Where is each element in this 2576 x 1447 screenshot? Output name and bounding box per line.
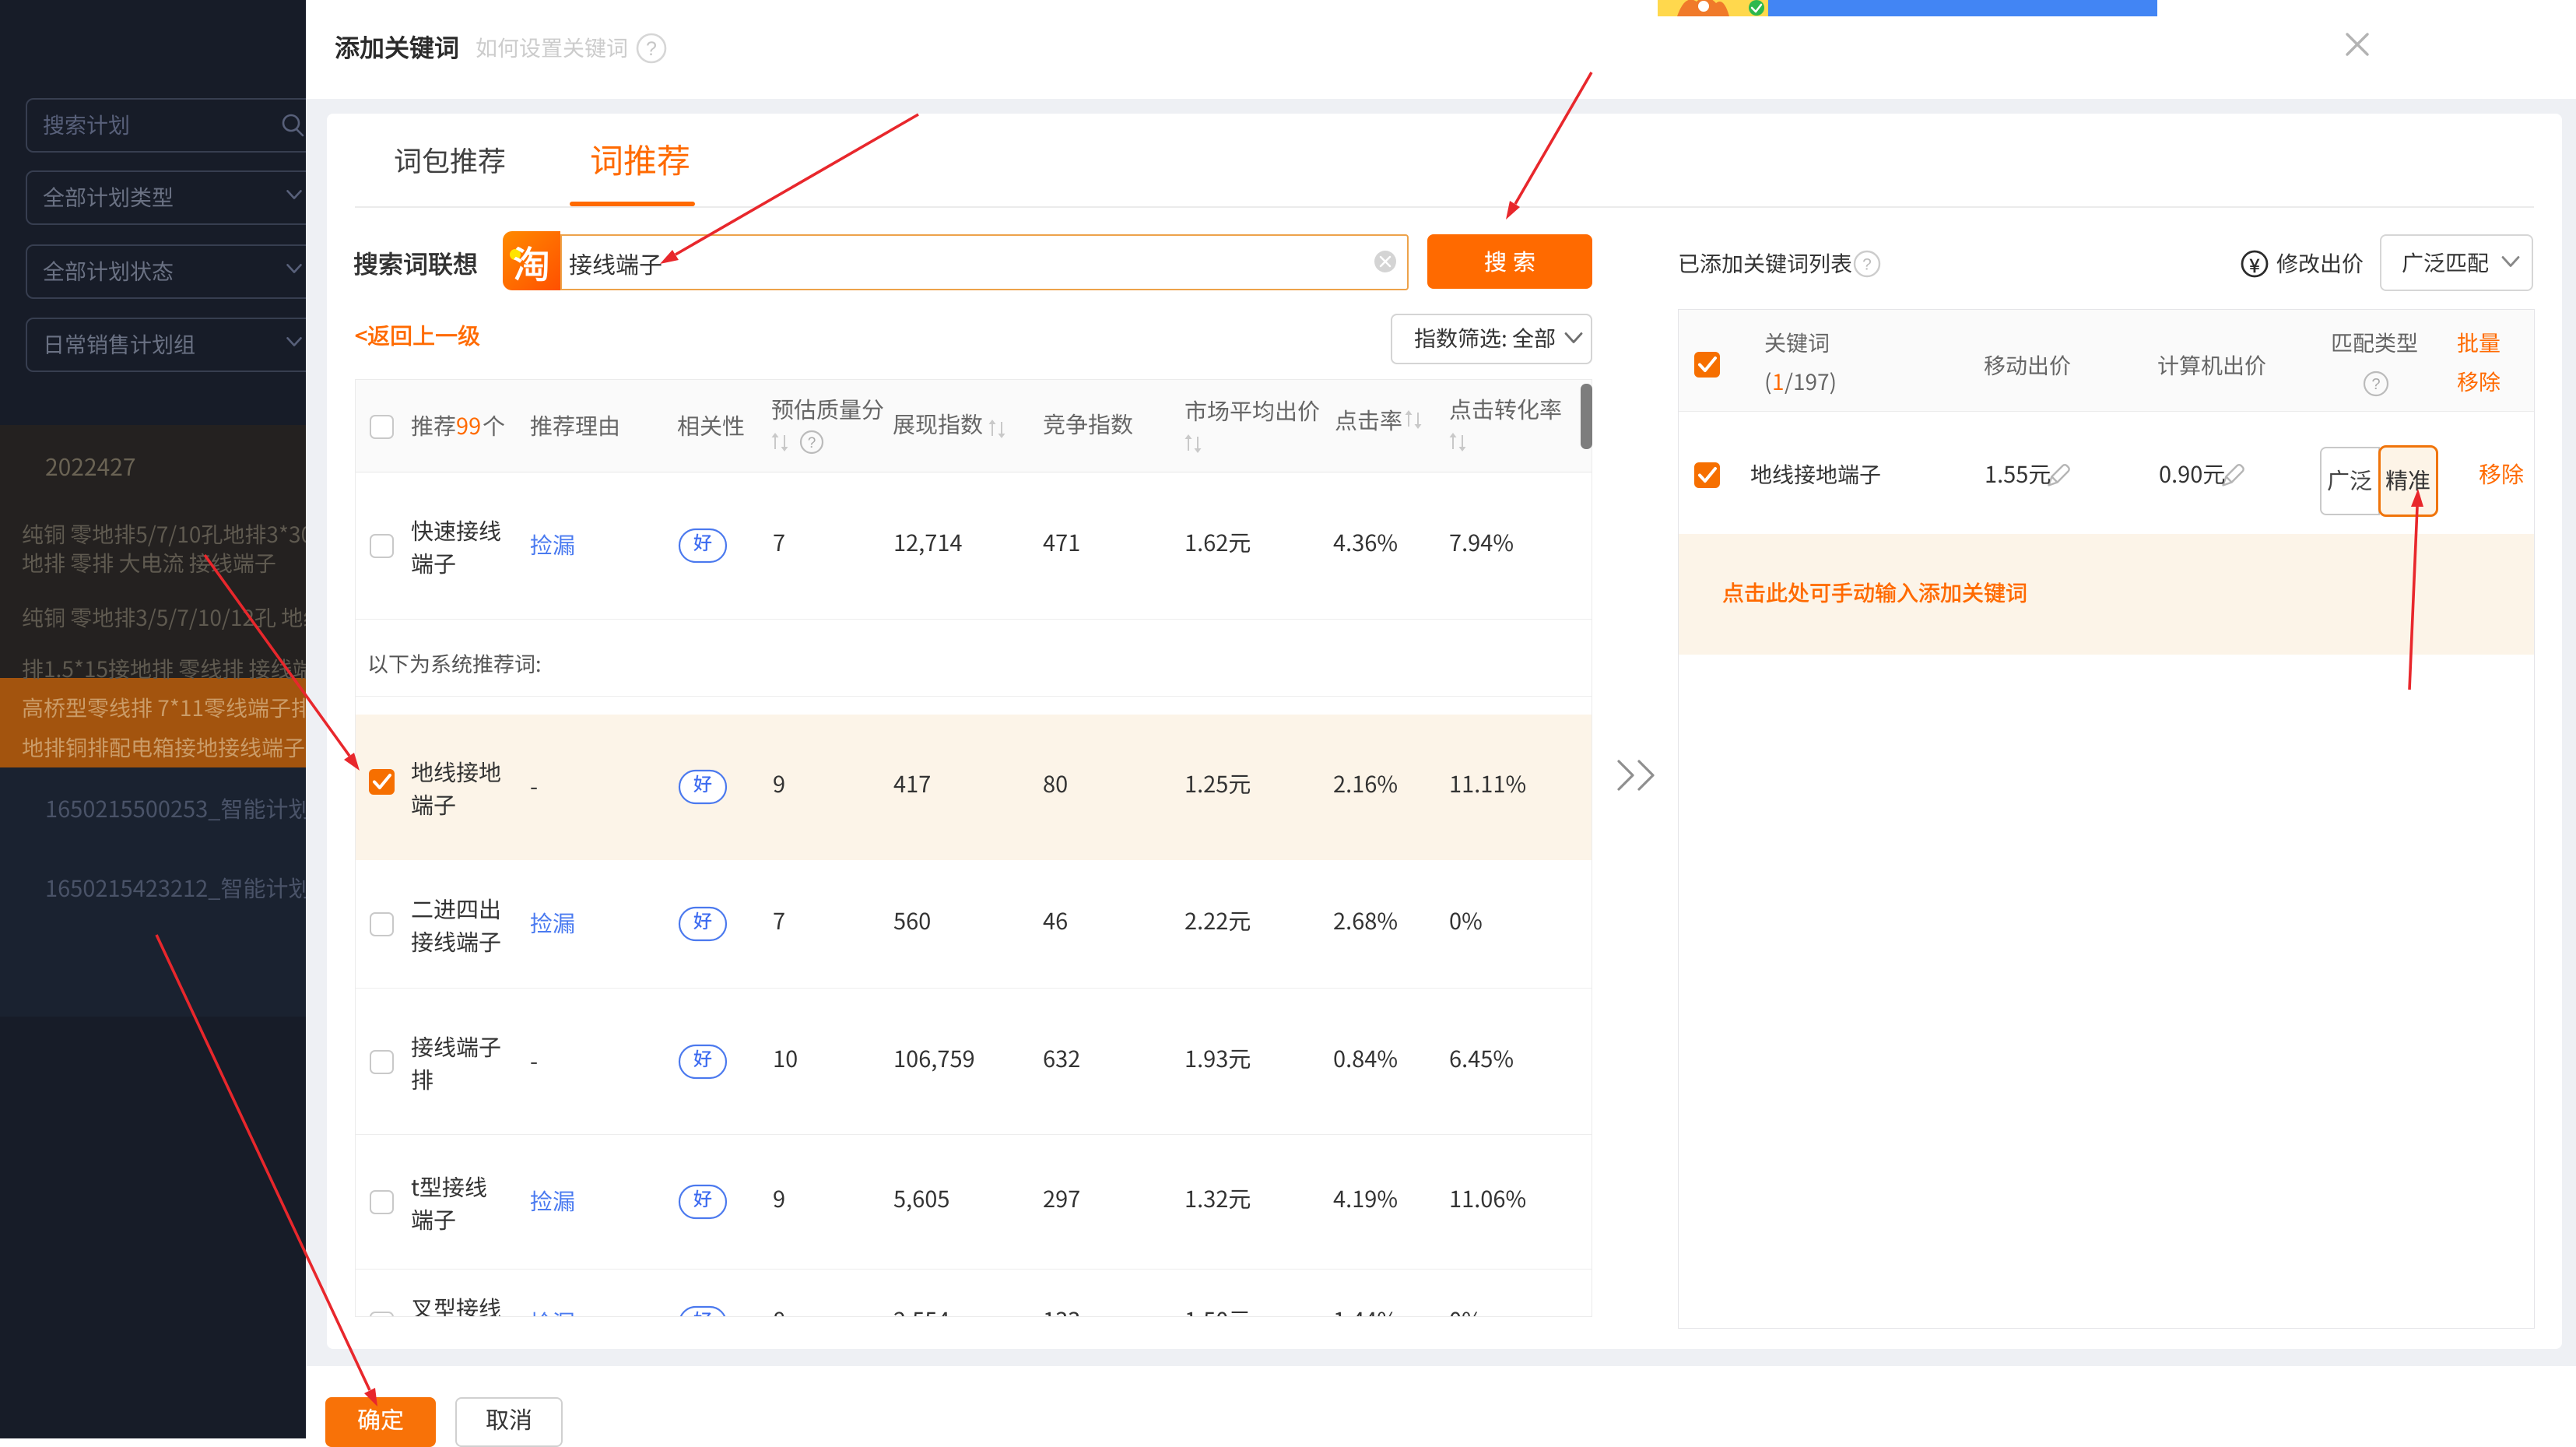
- svg-text:?: ?: [1862, 256, 1872, 274]
- svg-text:?: ?: [808, 435, 816, 451]
- svg-text:?: ?: [2371, 376, 2380, 393]
- svg-text:?: ?: [646, 38, 657, 60]
